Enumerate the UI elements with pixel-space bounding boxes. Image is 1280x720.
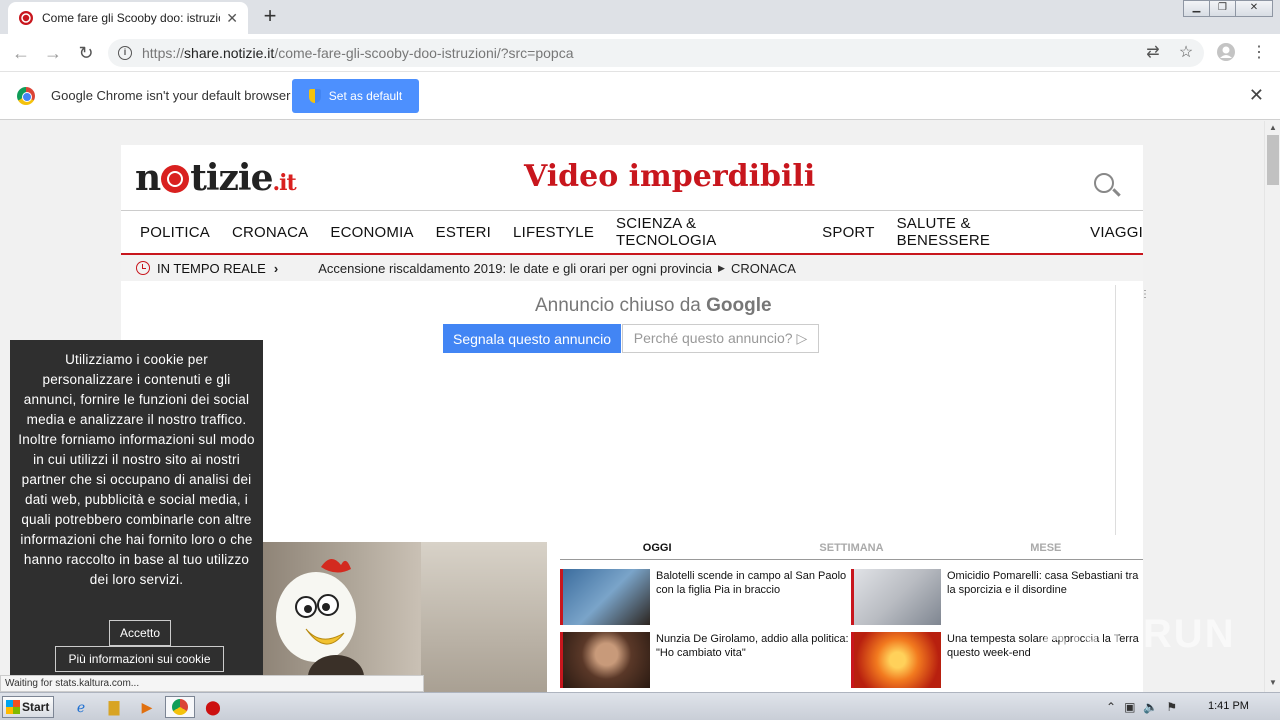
action-center-flag-icon[interactable]: ⚑	[1166, 700, 1177, 714]
new-tab-button[interactable]: +	[258, 4, 282, 28]
tab-oggi[interactable]: OGGI	[560, 542, 754, 559]
opera-icon[interactable]: ⬤	[198, 696, 228, 718]
tray-expand-icon[interactable]: ⌃	[1106, 700, 1116, 714]
chevron-right-icon[interactable]: ›	[274, 261, 278, 276]
ad-closed-message: Annuncio chiuso da Google	[535, 295, 772, 316]
ticker-label[interactable]: IN TEMPO REALE	[157, 261, 266, 276]
system-tray: ⌃ ▣ 🔈 ⚑	[1106, 696, 1177, 718]
tab-close-icon[interactable]: ✕	[226, 10, 238, 27]
nav-item-economia[interactable]: ECONOMIA	[330, 224, 413, 241]
status-bubble: Waiting for stats.kaltura.com...	[0, 675, 424, 692]
most-read-tabs: OGGI SETTIMANA MESE	[560, 542, 1143, 560]
ticker-category[interactable]: CRONACA	[731, 261, 796, 276]
restore-icon[interactable]: ❐	[1209, 0, 1236, 17]
close-icon[interactable]: ✕	[1235, 0, 1273, 17]
bookmark-star-icon[interactable]: ☆	[1175, 42, 1197, 64]
report-ad-button[interactable]: Segnala questo annuncio	[443, 324, 621, 353]
search-icon[interactable]	[1094, 173, 1114, 193]
ad-slot: Annuncio chiuso da Google Segnala questo…	[146, 285, 1150, 535]
cookie-info-button[interactable]: Più informazioni sui cookie	[55, 646, 224, 672]
scroll-up-icon[interactable]: ▲	[1265, 123, 1280, 135]
infobar-close-icon[interactable]: ✕	[1249, 85, 1264, 106]
tab-mese[interactable]: MESE	[949, 542, 1143, 559]
article-thumbnail	[560, 569, 650, 625]
article-thumbnail	[560, 632, 650, 688]
article-title: Balotelli scende in campo al San Paolo c…	[656, 570, 847, 596]
reload-icon[interactable]: ↻	[74, 41, 98, 65]
scroll-down-icon[interactable]: ▼	[1265, 678, 1280, 690]
notizie-logo[interactable]: n tizie.it	[135, 157, 297, 199]
nav-item-sport[interactable]: SPORT	[822, 224, 874, 241]
set-as-default-label: Set as default	[328, 89, 403, 103]
windows-logo-icon	[6, 700, 20, 714]
why-this-ad-button[interactable]: Perché questo annuncio? ▷	[622, 324, 819, 353]
video-background-building	[421, 542, 547, 692]
back-arrow-icon[interactable]: ←	[9, 41, 33, 65]
article-thumbnail	[851, 632, 941, 688]
nav-item-esteri[interactable]: ESTERI	[436, 224, 491, 241]
media-player-icon[interactable]: ▶	[132, 696, 162, 718]
windows-taskbar: Start ℯ ▇ ▶ ⬤ ⌃ ▣ 🔈 ⚑ 1:41 PM	[0, 692, 1280, 720]
url-host: share.notizie.it	[184, 45, 275, 61]
start-button[interactable]: Start	[2, 696, 54, 718]
vertical-scrollbar[interactable]: ▲ ▼	[1264, 121, 1280, 692]
site-info-icon[interactable]: i	[118, 46, 132, 60]
triangle-right-icon: ▶	[718, 262, 725, 273]
site-container: n tizie.it Video imperdibili POLITICA CRO…	[121, 145, 1150, 692]
accept-cookies-button[interactable]: Accetto	[109, 620, 171, 646]
url-path: /come-fare-gli-scooby-doo-istruzioni/?sr…	[274, 45, 574, 61]
nav-item-scienza-tecnologia[interactable]: SCIENZA & TECNOLOGIA	[616, 215, 800, 249]
chrome-taskbar-icon[interactable]	[165, 696, 195, 718]
article-title: Nunzia De Girolamo, addio alla politica:…	[656, 633, 849, 659]
network-icon[interactable]: ▣	[1124, 700, 1135, 714]
nav-item-viaggi[interactable]: VIAGGI	[1090, 224, 1143, 241]
main-nav: POLITICA CRONACA ECONOMIA ESTERI LIFESTY…	[121, 211, 1143, 255]
anyrun-watermark: ANY RUN	[1040, 612, 1236, 656]
default-browser-infobar: Google Chrome isn't your default browser…	[0, 72, 1280, 120]
address-bar[interactable]: i https://share.notizie.it/come-fare-gli…	[108, 39, 1204, 67]
notizie-favicon-icon	[19, 11, 33, 25]
folder-icon[interactable]: ▇	[99, 696, 129, 718]
browser-toolbar: ← → ↻ i https://share.notizie.it/come-fa…	[0, 34, 1280, 72]
tab-title: Come fare gli Scooby doo: istruzioni	[42, 11, 221, 25]
url-scheme: https://	[142, 45, 185, 61]
nav-item-politica[interactable]: POLITICA	[140, 224, 210, 241]
chicken-mascot-image	[276, 558, 364, 692]
menu-kebab-icon[interactable]: ⋮	[1248, 42, 1270, 64]
news-ticker: IN TEMPO REALE › Accensione riscaldament…	[121, 255, 1143, 281]
cookie-text: Utilizziamo i cookie per personalizzare …	[18, 352, 255, 587]
site-header: n tizie.it Video imperdibili	[121, 145, 1143, 211]
profile-avatar-icon[interactable]	[1215, 42, 1237, 64]
cookie-banner: Utilizziamo i cookie per personalizzare …	[10, 340, 263, 676]
ad-options-icon[interactable]: ⋮	[1140, 289, 1150, 300]
internet-explorer-icon[interactable]: ℯ	[66, 696, 96, 718]
header-headline: Video imperdibili	[524, 159, 816, 194]
translate-icon[interactable]: ⇄	[1142, 42, 1164, 64]
taskbar-clock[interactable]: 1:41 PM	[1208, 700, 1249, 712]
logo-globe-icon	[161, 165, 190, 193]
minimize-icon[interactable]: ▁	[1183, 0, 1210, 17]
volume-icon[interactable]: 🔈	[1143, 700, 1158, 714]
forward-arrow-icon[interactable]: →	[41, 41, 65, 65]
browser-tab[interactable]: Come fare gli Scooby doo: istruzioni ✕	[8, 2, 248, 34]
nav-item-cronaca[interactable]: CRONACA	[232, 224, 308, 241]
scrollbar-thumb[interactable]	[1267, 135, 1279, 185]
browser-titlebar: Come fare gli Scooby doo: istruzioni ✕ +…	[0, 0, 1280, 34]
chrome-logo-icon	[17, 87, 35, 105]
infobar-message: Google Chrome isn't your default browser	[51, 88, 291, 103]
start-label: Start	[22, 700, 50, 714]
tab-settimana[interactable]: SETTIMANA	[754, 542, 948, 559]
list-item[interactable]: Nunzia De Girolamo, addio alla politica:…	[560, 632, 850, 688]
set-as-default-button[interactable]: Set as default	[292, 79, 419, 113]
uac-shield-icon	[308, 89, 321, 103]
ticker-headline[interactable]: Accensione riscaldamento 2019: le date e…	[318, 261, 712, 276]
article-thumbnail	[851, 569, 941, 625]
google-wordmark: Google	[706, 295, 772, 316]
nav-item-lifestyle[interactable]: LIFESTYLE	[513, 224, 594, 241]
clock-icon	[136, 261, 150, 275]
list-item[interactable]: Balotelli scende in campo al San Paolo c…	[560, 569, 850, 625]
nav-item-salute-benessere[interactable]: SALUTE & BENESSERE	[897, 215, 1069, 249]
